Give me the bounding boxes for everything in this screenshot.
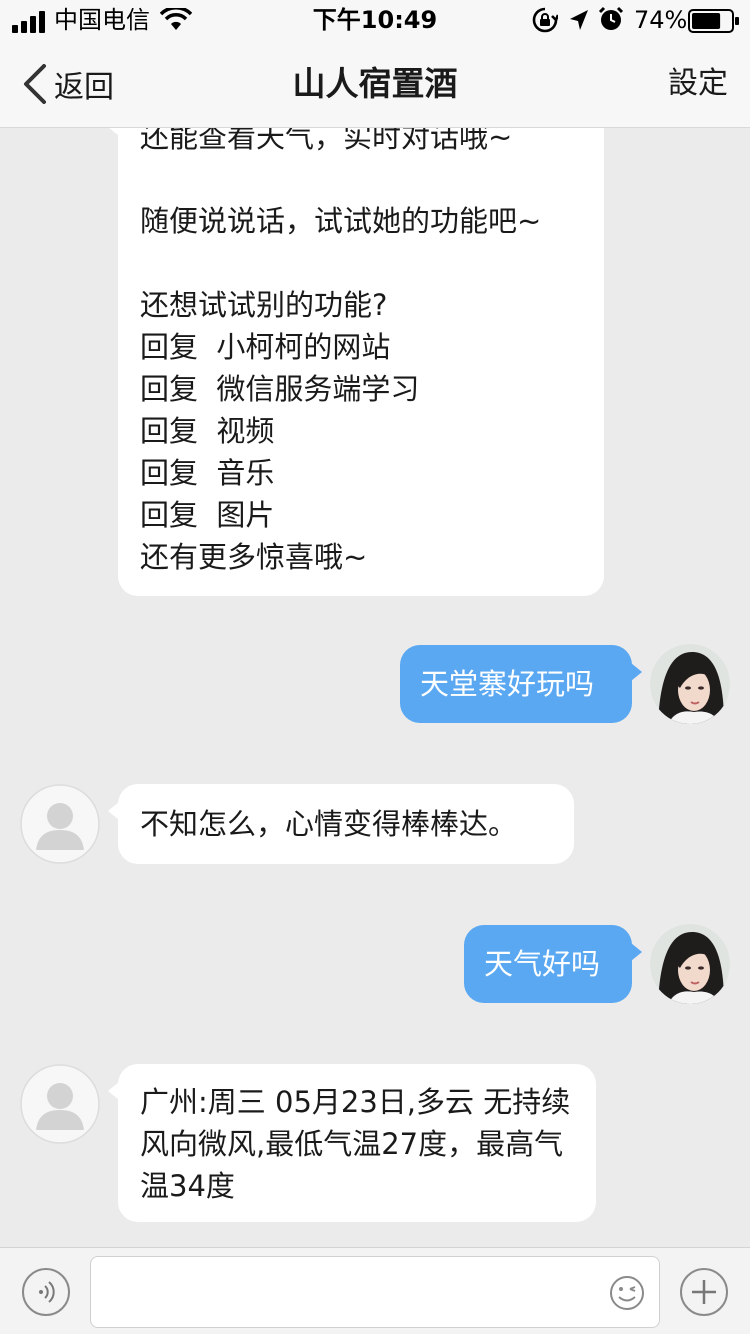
message-input[interactable] bbox=[90, 1256, 660, 1328]
top-bar: 中国电信 下午10:49 74% 返回 山人宿置酒 設定 bbox=[0, 0, 750, 128]
default-user-icon bbox=[20, 784, 100, 864]
bot-avatar[interactable] bbox=[20, 1064, 100, 1144]
add-button[interactable] bbox=[680, 1268, 728, 1316]
user-avatar[interactable] bbox=[650, 924, 730, 1004]
voice-button[interactable] bbox=[22, 1268, 70, 1316]
message-bubble-user[interactable]: 天堂寨好玩吗 bbox=[400, 645, 642, 723]
alarm-icon bbox=[598, 6, 624, 40]
default-user-icon bbox=[20, 1064, 100, 1144]
rotation-lock-icon bbox=[532, 7, 560, 41]
chat-history[interactable]: 还能查看天气，实时对话哦~ 随便说说话，试试她的功能吧~ 还想试试别的功能? 回… bbox=[0, 0, 750, 1247]
message-bubble-bot[interactable]: 不知怎么，心情变得棒棒达。 bbox=[108, 784, 574, 864]
status-bar: 中国电信 下午10:49 74% bbox=[0, 0, 750, 40]
settings-button[interactable]: 設定 bbox=[668, 62, 728, 106]
location-icon bbox=[568, 8, 590, 40]
nav-bar: 返回 山人宿置酒 設定 bbox=[0, 40, 750, 128]
user-avatar[interactable] bbox=[650, 644, 730, 724]
emoji-icon bbox=[610, 1276, 644, 1310]
input-bar bbox=[0, 1247, 750, 1334]
user-photo-icon bbox=[650, 644, 730, 724]
message-bubble-bot[interactable]: 还能查看天气，实时对话哦~ 随便说说话，试试她的功能吧~ 还想试试别的功能? 回… bbox=[108, 100, 604, 596]
plus-icon bbox=[692, 1280, 716, 1304]
emoji-button[interactable] bbox=[609, 1275, 645, 1311]
bot-avatar[interactable] bbox=[20, 784, 100, 864]
message-bubble-user[interactable]: 天气好吗 bbox=[464, 925, 642, 1003]
user-photo-icon bbox=[650, 924, 730, 1004]
battery-percent: 74% bbox=[634, 6, 688, 34]
battery-icon bbox=[688, 9, 740, 41]
voice-icon bbox=[39, 1281, 55, 1303]
message-bubble-bot[interactable]: 广州:周三 05月23日,多云 无持续风向微风,最低气温27度，最高气温34度 bbox=[108, 1064, 596, 1222]
page-title: 山人宿置酒 bbox=[292, 64, 458, 103]
